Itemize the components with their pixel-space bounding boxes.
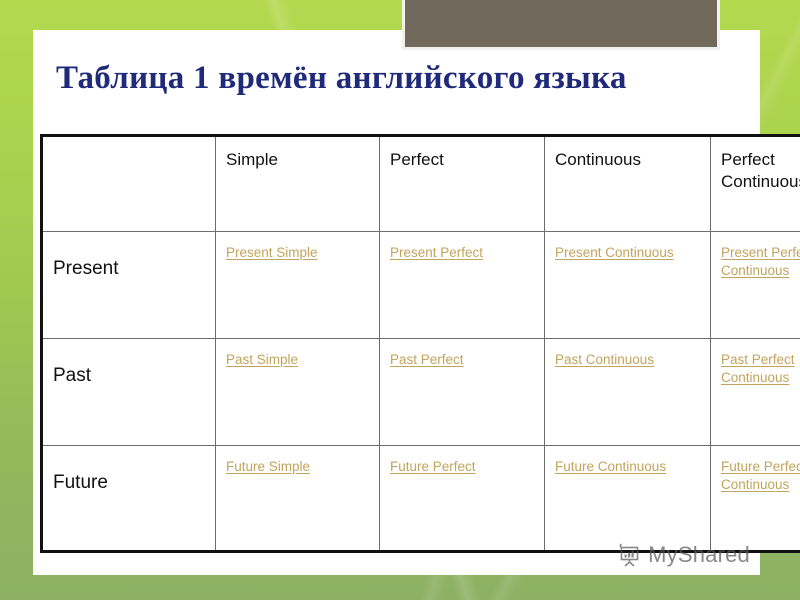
english-tenses-table: Simple Perfect Continuous Perfect Contin… [40,134,800,553]
cell-future-perfect: Future Perfect [379,445,545,552]
tense-link[interactable]: Present Perfect [390,245,483,260]
tense-link[interactable]: Future Perfect Continuous [721,459,800,492]
slide-canvas: Таблица 1 времён английского языка Simpl… [0,0,800,600]
table-row: Past Past Simple Past Perfect Past Conti… [41,338,800,446]
column-header-label: Continuous [555,150,642,169]
cell-present-continuous: Present Continuous [544,231,711,339]
tense-link[interactable]: Past Perfect Continuous [721,352,795,385]
tense-link[interactable]: Past Simple [226,352,298,367]
cell-past-perfect: Past Perfect [379,338,545,446]
cell-future-perfect-continuous: Future Perfect Continuous [710,445,800,552]
row-label: Present [53,258,119,279]
cell-past-perfect-continuous: Past Perfect Continuous [710,338,800,446]
row-label: Future [53,472,108,493]
tense-link[interactable]: Present Simple [226,245,318,260]
myshared-watermark: MyShared [617,542,750,568]
cell-future-continuous: Future Continuous [544,445,711,552]
cell-present-perfect-continuous: Present Perfect Continuous [710,231,800,339]
table-row: Present Present Simple Present Perfect P… [41,231,800,339]
table-header-row: Simple Perfect Continuous Perfect Contin… [41,135,800,232]
tense-link[interactable]: Present Continuous [555,245,674,260]
header-cell-continuous: Continuous [544,135,711,232]
row-header-past: Past [41,338,216,446]
column-header-label: Perfect Continuous [721,150,800,191]
presentation-board-icon [617,542,643,568]
cell-past-simple: Past Simple [215,338,380,446]
column-header-label: Simple [226,150,278,169]
tense-link[interactable]: Past Perfect [390,352,464,367]
row-header-future: Future [41,445,216,552]
column-header-label: Perfect [390,150,444,169]
header-cell-empty [41,135,216,232]
cell-present-simple: Present Simple [215,231,380,339]
header-cell-perfect: Perfect [379,135,545,232]
row-label: Past [53,365,92,386]
tense-link[interactable]: Future Perfect [390,459,476,474]
header-cell-simple: Simple [215,135,380,232]
tense-link[interactable]: Past Continuous [555,352,654,367]
table-row: Future Future Simple Future Perfect Futu… [41,445,800,552]
cell-present-perfect: Present Perfect [379,231,545,339]
cell-past-continuous: Past Continuous [544,338,711,446]
content-card: Таблица 1 времён английского языка Simpl… [33,30,800,575]
watermark-label: MyShared [648,542,750,567]
header-cell-perfect-continuous: Perfect Continuous [710,135,800,232]
tense-link[interactable]: Future Simple [226,459,310,474]
cell-future-simple: Future Simple [215,445,380,552]
tense-link[interactable]: Future Continuous [555,459,666,474]
tense-link[interactable]: Present Perfect Continuous [721,245,800,278]
top-decorative-plate [402,0,720,50]
row-header-present: Present [41,231,216,339]
